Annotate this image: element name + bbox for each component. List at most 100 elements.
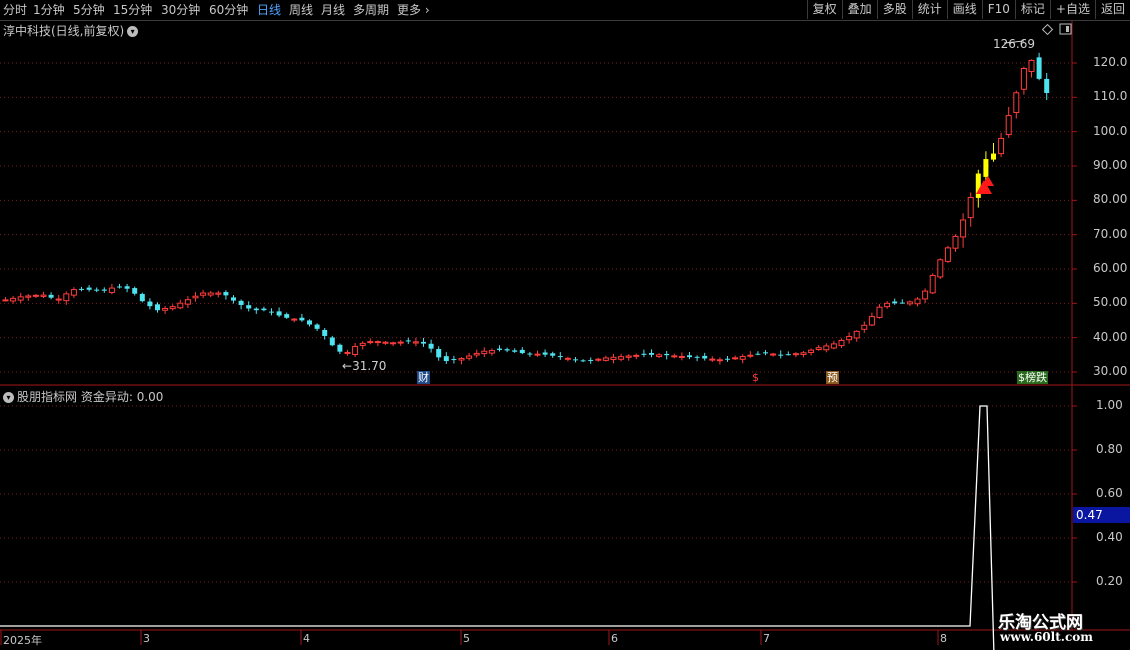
price-tick-label: 90.00 xyxy=(1093,158,1128,172)
candle-body-down xyxy=(79,288,84,290)
candle-body-up xyxy=(937,259,944,278)
candle-body-down xyxy=(124,286,130,289)
candle-body-up xyxy=(344,351,351,354)
candle-body-up xyxy=(1005,115,1012,136)
indicator-tick-label: 1.00 xyxy=(1096,398,1123,412)
forecast-tag[interactable]: 预 xyxy=(826,371,839,384)
low-price-label: ←31.70 xyxy=(342,359,387,373)
candle-body-up xyxy=(861,324,868,330)
candle-body-up xyxy=(177,302,184,309)
candle-body-up xyxy=(800,352,807,355)
candle-body-up xyxy=(473,352,480,356)
candle-body-down xyxy=(641,353,647,355)
indicator-current-value: 0.47 xyxy=(1073,507,1130,523)
time-tick-label: 6 xyxy=(611,632,618,645)
candle-body-up xyxy=(944,247,951,262)
price-tick-label: 110.0 xyxy=(1093,89,1128,104)
indicator-tick-label: 0.40 xyxy=(1096,530,1123,544)
candle-body-up xyxy=(815,347,822,351)
candle-body-up xyxy=(359,342,366,346)
candle-body-up xyxy=(55,298,62,301)
candle-body-up xyxy=(709,358,716,361)
candle-body-up xyxy=(868,316,875,326)
candle-body-down xyxy=(899,302,905,304)
candle-body-up xyxy=(63,293,70,302)
candle-body-down xyxy=(451,359,457,361)
panel-toggle-icon[interactable] xyxy=(1059,23,1072,35)
candle-body-up xyxy=(40,294,47,297)
candle-body-up xyxy=(397,341,404,344)
price-tick-label: 80.00 xyxy=(1093,192,1128,207)
candle-body-up xyxy=(846,336,853,341)
candle-body-up xyxy=(192,295,199,299)
candle-body-down xyxy=(785,354,791,356)
candle-body-up xyxy=(823,345,830,351)
price-tick-label: 120.0 xyxy=(1093,55,1128,69)
candle-body-up xyxy=(17,296,24,301)
indicator-line-name: 资金异动 xyxy=(80,390,129,404)
candle-body-down xyxy=(649,352,654,355)
candle-body-down xyxy=(276,311,282,316)
candle-body-down xyxy=(307,320,312,325)
candle-body-down xyxy=(329,337,335,346)
candle-body-up xyxy=(367,341,374,344)
candle-body-down xyxy=(299,317,305,321)
candle-body-up xyxy=(853,330,860,339)
dragon-tiger-tag[interactable]: $榜跌 xyxy=(1017,371,1048,384)
candle-body-up xyxy=(678,355,685,358)
dollar-event-tag[interactable]: $ xyxy=(751,371,760,384)
candle-body-down xyxy=(497,348,502,350)
candle-body-down xyxy=(892,301,898,304)
diamond-icon[interactable] xyxy=(1041,23,1054,36)
candle-body-up xyxy=(488,350,495,354)
candle-body-down xyxy=(139,293,145,302)
candle-body-up xyxy=(732,357,739,360)
candle-body-up xyxy=(70,289,77,296)
candle-body-down xyxy=(117,286,122,288)
candle-body-down xyxy=(778,354,784,356)
time-tick-label: 8 xyxy=(940,632,947,645)
candle-body-down xyxy=(261,308,267,311)
candle-body-up xyxy=(922,290,929,300)
candle-body-up xyxy=(747,354,754,357)
financial-report-tag[interactable]: 财 xyxy=(417,371,430,384)
candle-body-up xyxy=(830,343,837,349)
candle-body-up xyxy=(906,301,913,305)
candle-body-up xyxy=(967,196,974,219)
price-tick-label: 70.00 xyxy=(1093,226,1128,241)
indicator-title: ▾ 股朋指标网 资金异动: 0.00 xyxy=(3,388,163,405)
candle-body-down xyxy=(991,153,996,160)
candle-body-up xyxy=(169,306,176,310)
candle-body-down xyxy=(557,356,563,358)
candle-body-down xyxy=(155,304,160,311)
candle-body-up xyxy=(32,294,39,297)
high-price-label: 126.69 xyxy=(993,37,1035,51)
chevron-down-icon[interactable]: ▾ xyxy=(3,392,14,403)
candle-body-up xyxy=(792,353,799,356)
candle-body-down xyxy=(231,297,236,301)
candle-body-up xyxy=(458,357,465,361)
candle-body-down xyxy=(101,289,107,291)
candle-body-up xyxy=(914,298,921,305)
candle-body-up xyxy=(412,341,419,344)
candle-body-up xyxy=(716,359,723,362)
candle-body-up xyxy=(929,274,936,294)
candle-body-down xyxy=(269,311,274,313)
candle-body-down xyxy=(755,353,761,355)
candle-body-down xyxy=(436,349,442,358)
candle-body-up xyxy=(884,302,891,308)
candle-body-up xyxy=(602,357,609,361)
price-tick-label: 100.0 xyxy=(1093,123,1128,138)
candle-body-down xyxy=(504,349,510,351)
candle-body-down xyxy=(322,329,328,336)
candle-body-down xyxy=(512,350,518,352)
candle-body-down xyxy=(147,301,153,307)
candle-body-up xyxy=(1020,67,1027,90)
candle-body-down xyxy=(702,355,708,359)
candle-body-down xyxy=(94,289,100,291)
indicator-tick-label: 0.20 xyxy=(1096,574,1123,588)
kline-chart[interactable] xyxy=(0,0,1130,650)
candle-body-up xyxy=(10,297,17,302)
candle-body-down xyxy=(725,358,730,360)
candle-body-down xyxy=(86,287,92,290)
